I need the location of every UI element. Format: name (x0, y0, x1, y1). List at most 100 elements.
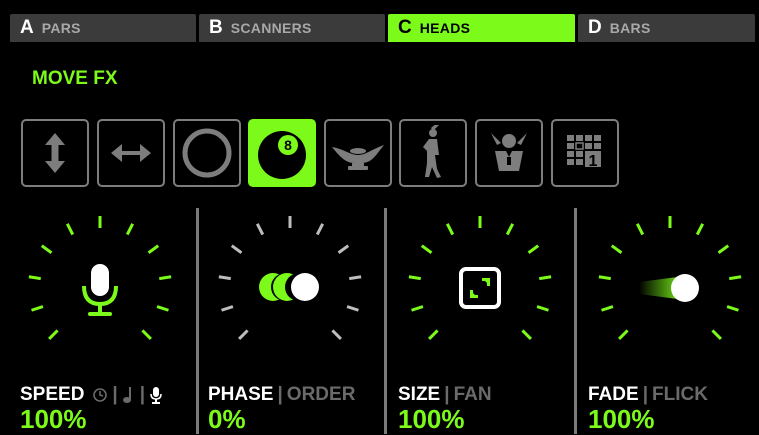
grid-pattern-icon: 1 (567, 135, 601, 170)
dial-tick (346, 305, 359, 312)
dial-tick (420, 244, 433, 254)
dial-tick (337, 244, 350, 254)
circle-icon (182, 128, 232, 178)
expand-icon (459, 267, 501, 309)
dial-tick (31, 305, 44, 312)
dial-tick (521, 329, 532, 340)
dial-tick (601, 305, 614, 312)
fx-dj-button[interactable] (475, 119, 543, 187)
size-dial[interactable] (385, 210, 575, 380)
fx-dancer-button[interactable] (399, 119, 467, 187)
size-label-row: SIZE | FAN (398, 384, 492, 406)
dial-tick (428, 329, 439, 340)
fade-label[interactable]: FADE (588, 384, 639, 406)
dial-tick (331, 329, 342, 340)
dial-tick (315, 223, 325, 236)
tab-label: SCANNERS (230, 20, 312, 36)
fx-circle-button[interactable] (173, 119, 241, 187)
size-label[interactable]: SIZE (398, 384, 440, 406)
fade-dial[interactable] (575, 210, 759, 380)
horizontal-arrows-icon (111, 144, 151, 162)
dial-tick (141, 329, 152, 340)
fx-lamp-button[interactable] (324, 119, 392, 187)
tab-label: HEADS (419, 20, 471, 36)
microphone-icon (82, 264, 118, 316)
speed-dial[interactable] (5, 210, 195, 380)
pattern-number: 1 (589, 153, 598, 170)
dial-tick (255, 223, 265, 236)
dial-tick (445, 223, 455, 236)
clock-icon[interactable] (92, 387, 108, 403)
tab-letter: A (20, 17, 34, 38)
dial-tick (411, 305, 424, 312)
speed-label: SPEED (20, 384, 85, 405)
dial-tick (125, 223, 135, 236)
tab-letter: C (398, 17, 412, 38)
label-separator: | (444, 384, 450, 405)
music-note-icon[interactable] (122, 386, 136, 404)
dial-tick (717, 244, 730, 254)
dial-tick (230, 244, 243, 254)
fade-icon (639, 274, 699, 302)
dial-tick (40, 244, 53, 254)
label-separator: | (642, 384, 649, 405)
microphone-mode-icon[interactable] (149, 386, 163, 404)
dj-icon (491, 133, 527, 171)
dial-tick (218, 275, 231, 281)
fx-tilt-button[interactable] (21, 119, 89, 187)
speed-label-row: SPEED | | (20, 384, 163, 406)
magic-lamp-icon (332, 145, 384, 170)
tab-label: PARS (41, 20, 81, 36)
disco-dancer-icon (423, 125, 441, 178)
dial-tick (221, 305, 234, 312)
phase-label[interactable]: PHASE (208, 384, 273, 406)
label-separator: | (277, 384, 283, 405)
fx-eight-button[interactable]: 8 (248, 119, 316, 187)
fx-pan-button[interactable] (97, 119, 165, 187)
speed-value: 100% (20, 404, 87, 434)
dial-tick (156, 305, 169, 312)
dial-tick (695, 223, 705, 236)
mode-separator: | (112, 384, 118, 405)
dial-tick (349, 275, 362, 281)
phase-value: 0% (208, 404, 246, 434)
tab-pars[interactable]: A PARS (10, 14, 196, 42)
tab-heads[interactable]: C HEADS (388, 14, 575, 42)
dial-tick (539, 275, 552, 281)
eight-ball-icon: 8 (258, 131, 306, 179)
mode-separator: | (139, 384, 146, 405)
fade-label-row: FADE | FLICK (588, 384, 708, 406)
dial-tick (408, 275, 421, 281)
dial-tick (238, 329, 249, 340)
dial-tick (65, 223, 75, 236)
dial-tick (610, 244, 623, 254)
dial-tick (28, 275, 41, 281)
dial-tick (536, 305, 549, 312)
tab-letter: B (209, 17, 223, 38)
fade-value: 100% (588, 404, 655, 434)
size-value: 100% (398, 404, 465, 434)
flick-label[interactable]: FLICK (652, 384, 708, 406)
vertical-arrows-icon (45, 133, 65, 173)
dial-tick (505, 223, 515, 236)
fx-pattern-button[interactable]: 1 (551, 119, 619, 187)
dial-tick (48, 329, 59, 340)
fan-label[interactable]: FAN (454, 384, 492, 406)
dial-tick (729, 275, 742, 281)
tab-label: BARS (609, 20, 651, 36)
dial-tick (635, 223, 645, 236)
group-tabs: A PARS B SCANNERS C HEADS D BARS (0, 0, 759, 44)
phase-label-row: PHASE | ORDER (208, 384, 355, 406)
tab-letter: D (588, 17, 602, 38)
dial-tick (147, 244, 160, 254)
dial-tick (598, 275, 611, 281)
order-label[interactable]: ORDER (287, 384, 356, 406)
phase-dial[interactable] (195, 210, 385, 380)
dial-tick (726, 305, 739, 312)
tab-bars[interactable]: D BARS (578, 14, 755, 42)
eight-ball-label: 8 (284, 137, 292, 153)
tab-scanners[interactable]: B SCANNERS (199, 14, 385, 42)
section-title: MOVE FX (32, 68, 118, 89)
dial-tick (711, 329, 722, 340)
dial-tick (618, 329, 629, 340)
